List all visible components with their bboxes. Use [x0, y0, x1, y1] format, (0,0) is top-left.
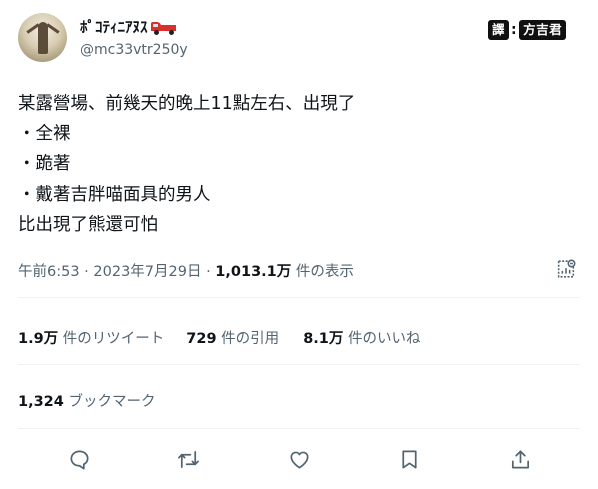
share-icon	[511, 449, 529, 469]
divider	[18, 364, 580, 365]
heart-icon	[289, 451, 309, 469]
bookmarks-label: ブックマーク	[63, 394, 156, 410]
retweet-button[interactable]	[175, 446, 201, 472]
display-name-text: ﾎﾟｺﾃｨﾆｱﾇｽ	[80, 18, 148, 36]
retweets-label: 件のリツイート	[58, 331, 165, 347]
likes-count: 8.1万	[303, 331, 344, 347]
quotes-count: 729	[186, 331, 217, 347]
translator-badge-name: 方吉君	[519, 19, 567, 40]
pickup-truck-icon	[150, 20, 177, 35]
author-handle[interactable]: @mc33vtr250y	[80, 42, 188, 58]
tweet-text: 某露營場、前幾天的晚上11點左右、出現了 ・全裸 ・跪著 ・戴著吉胖喵面具的男人…	[18, 89, 355, 240]
divider	[18, 428, 580, 429]
likes-label: 件のいいね	[343, 331, 421, 347]
tweet-line: ・跪著	[18, 154, 71, 175]
translator-badge-separator: :	[511, 21, 518, 38]
divider	[18, 297, 580, 298]
bookmark-button[interactable]	[396, 446, 422, 472]
translator-badge-label: 譯	[488, 19, 510, 40]
author-avatar[interactable]	[18, 13, 67, 62]
like-button[interactable]	[286, 446, 312, 472]
quotes-label: 件の引用	[216, 331, 280, 347]
tweet-line: ・戴著吉胖喵面具的男人	[18, 184, 211, 205]
tweet-line: 某露營場、前幾天的晚上11點左右、出現了	[18, 94, 356, 114]
tweet-line: 比出現了熊還可怕	[18, 214, 158, 235]
tweet-time[interactable]: 午前6:53	[18, 264, 80, 280]
share-button[interactable]	[507, 446, 533, 472]
author-display-name[interactable]: ﾎﾟｺﾃｨﾆｱﾇｽ	[80, 16, 177, 37]
meta-separator: ·	[201, 264, 216, 280]
reply-button[interactable]	[66, 446, 92, 472]
analytics-icon[interactable]	[555, 258, 577, 280]
reply-icon	[69, 449, 89, 469]
bookmarks-count: 1,324	[18, 394, 64, 410]
avatar-figure	[38, 22, 48, 54]
bookmark-icon	[401, 449, 417, 469]
retweets-stat[interactable]: 1.9万 件のリツイート	[18, 327, 164, 348]
bookmarks-stat[interactable]: 1,324 ブックマーク	[18, 390, 155, 411]
retweet-icon	[177, 450, 199, 468]
retweets-count: 1.9万	[18, 331, 59, 347]
tweet-meta: 午前6:53 · 2023年7月29日 · 1,013.1万 件の表示	[18, 260, 354, 281]
quotes-stat[interactable]: 729 件の引用	[186, 327, 279, 348]
tweet-stats: 1.9万 件のリツイート 729 件の引用 8.1万 件のいいね	[18, 327, 420, 348]
avatar-figure-arm	[46, 23, 60, 34]
tweet-date[interactable]: 2023年7月29日	[93, 264, 201, 280]
meta-separator: ·	[79, 264, 94, 280]
translator-badge: 譯 : 方吉君	[488, 19, 567, 40]
views-label: 件の表示	[291, 264, 354, 280]
views-count: 1,013.1万	[215, 264, 292, 280]
likes-stat[interactable]: 8.1万 件のいいね	[303, 327, 420, 348]
tweet-line: ・全裸	[18, 124, 71, 145]
